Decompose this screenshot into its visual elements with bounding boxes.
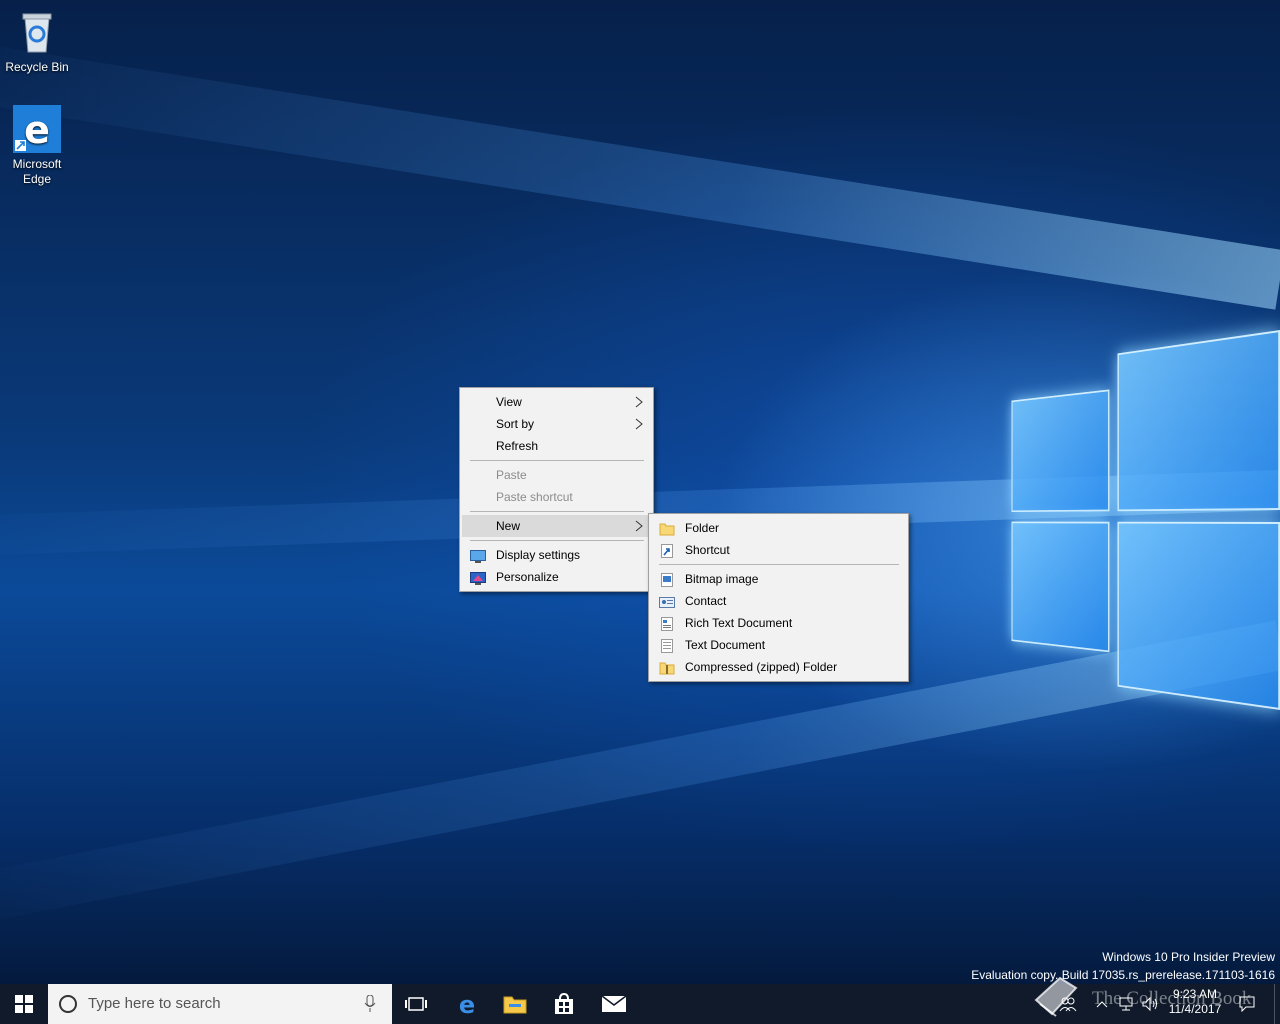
clock-date: 11/4/2017 [1168, 1002, 1222, 1016]
menu-item-label: Refresh [496, 439, 539, 453]
menu-item-paste: Paste [462, 464, 651, 486]
menu-item-paste-shortcut: Paste shortcut [462, 486, 651, 508]
menu-item-label: New [496, 519, 521, 533]
menu-item-label: Paste shortcut [496, 490, 573, 504]
taskbar-clock[interactable]: 9:23 AM 11/4/2017 [1160, 987, 1230, 1017]
file-explorer-icon [503, 996, 527, 1014]
menu-item-display-settings[interactable]: Display settings [462, 544, 651, 566]
submenu-item-bitmap-image[interactable]: Bitmap image [651, 568, 906, 590]
menu-item-label: Personalize [496, 570, 559, 584]
submenu-item-rich-text-document[interactable]: Rich Text Document [651, 612, 906, 634]
menu-item-label: View [496, 395, 522, 409]
desktop-context-menu: View Sort by Refresh Paste Paste shortcu… [459, 387, 654, 592]
recycle-bin-icon [13, 8, 61, 56]
text-document-icon [659, 638, 675, 653]
menu-item-view[interactable]: View [462, 391, 651, 413]
desktop-icon-label: Microsoft Edge [12, 157, 62, 186]
search-placeholder: Type here to search [88, 995, 221, 1012]
menu-separator [659, 564, 899, 565]
task-view-icon [405, 997, 427, 1011]
menu-separator [470, 460, 644, 461]
submenu-item-text-document[interactable]: Text Document [651, 634, 906, 656]
light-beam [0, 34, 1280, 310]
show-desktop-button[interactable] [1274, 984, 1280, 1024]
taskbar-mail-button[interactable] [590, 984, 638, 1024]
desktop-icon-microsoft-edge[interactable]: e Microsoft Edge [0, 105, 74, 187]
menu-item-sort-by[interactable]: Sort by [462, 413, 651, 435]
start-button[interactable] [0, 984, 48, 1024]
book-logo-icon [1034, 976, 1078, 1017]
menu-item-label: Bitmap image [685, 572, 759, 586]
submenu-item-folder[interactable]: Folder [651, 517, 906, 539]
clock-time: 9:23 AM [1172, 987, 1218, 1001]
folder-icon [659, 521, 675, 536]
edge-icon: e [459, 992, 475, 1016]
logo-pane [1117, 521, 1280, 710]
svg-text:e: e [459, 992, 475, 1016]
action-center-button[interactable] [1234, 984, 1260, 1024]
menu-item-new[interactable]: New [462, 515, 651, 537]
submenu-item-shortcut[interactable]: Shortcut [651, 539, 906, 561]
menu-item-label: Shortcut [685, 543, 730, 557]
shortcut-icon [659, 543, 675, 558]
rich-text-icon [659, 616, 675, 631]
build-watermark-line2: Evaluation copy. Build 17035.rs_prerelea… [971, 968, 1275, 982]
task-view-button[interactable] [392, 984, 440, 1024]
submenu-item-contact[interactable]: Contact [651, 590, 906, 612]
store-icon [555, 993, 573, 1014]
build-watermark-line1: Windows 10 Pro Insider Preview [1102, 950, 1275, 964]
taskbar-store-button[interactable] [540, 984, 588, 1024]
contact-icon [659, 594, 675, 608]
bitmap-icon [659, 572, 675, 587]
svg-text:e: e [24, 108, 50, 152]
menu-item-label: Contact [685, 594, 727, 608]
taskbar: Type here to search e The Collection Boo… [0, 976, 1280, 1024]
personalize-icon [470, 570, 486, 585]
zip-folder-icon [659, 660, 675, 675]
notification-icon [1239, 996, 1255, 1012]
logo-pane [1011, 389, 1110, 513]
menu-item-label: Compressed (zipped) Folder [685, 660, 838, 674]
menu-separator [470, 540, 644, 541]
chevron-right-icon [635, 413, 643, 430]
microphone-icon[interactable] [364, 995, 376, 1013]
windows-start-icon [15, 995, 33, 1013]
menu-item-label: Rich Text Document [685, 616, 793, 630]
menu-item-refresh[interactable]: Refresh [462, 435, 651, 457]
display-settings-icon [470, 548, 486, 563]
logo-pane [1011, 521, 1110, 653]
desktop-background[interactable]: Recycle Bin e Microsoft Edge View Sort b… [0, 0, 1280, 984]
desktop-icon-recycle-bin[interactable]: Recycle Bin [0, 8, 74, 75]
menu-item-label: Text Document [685, 638, 766, 652]
windows-logo-wallpaper [1011, 330, 1280, 710]
submenu-item-compressed-folder[interactable]: Compressed (zipped) Folder [651, 656, 906, 678]
menu-separator [470, 511, 644, 512]
menu-item-personalize[interactable]: Personalize [462, 566, 651, 588]
cortana-circle-icon [59, 995, 77, 1013]
menu-item-label: Display settings [496, 548, 581, 562]
taskbar-edge-button[interactable]: e [443, 984, 491, 1024]
mail-icon [601, 995, 627, 1012]
desktop-icon-label: Recycle Bin [5, 60, 69, 74]
menu-item-label: Folder [685, 521, 720, 535]
taskbar-file-explorer-button[interactable] [491, 984, 539, 1024]
taskbar-search-box[interactable]: Type here to search [48, 984, 392, 1024]
menu-item-label: Paste [496, 468, 527, 482]
new-submenu: Folder Shortcut Bitmap image Contact Ric… [648, 513, 909, 682]
chevron-right-icon [635, 391, 643, 408]
logo-pane [1117, 330, 1280, 512]
edge-icon: e [13, 105, 61, 153]
chevron-right-icon [635, 515, 643, 532]
menu-item-label: Sort by [496, 417, 535, 431]
